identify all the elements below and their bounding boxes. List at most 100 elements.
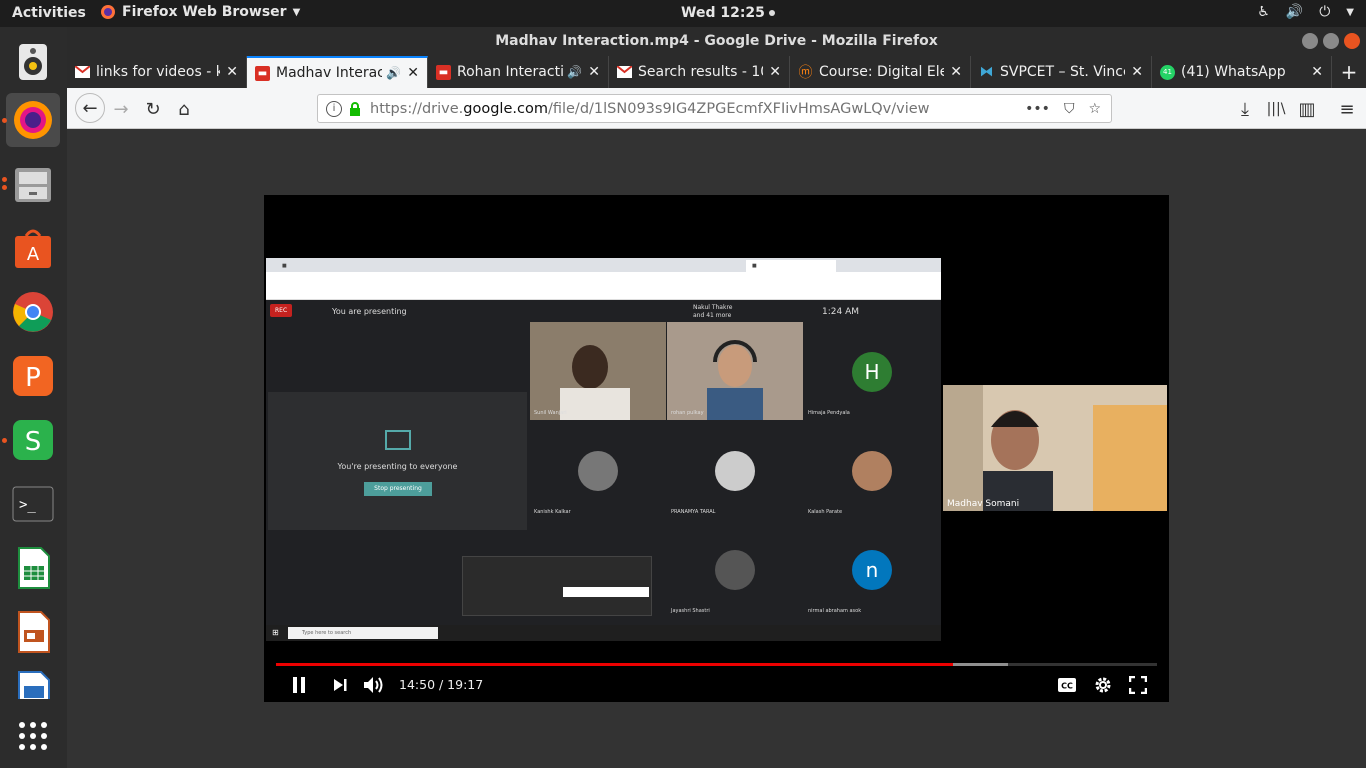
participant-tile: Jayashri Shastri [667, 520, 803, 618]
whatsapp-icon: 41 [1160, 64, 1175, 80]
dock-software[interactable]: A [6, 221, 60, 275]
participant-tile: Kanishk Kalkar [530, 421, 666, 519]
accessibility-icon[interactable]: ♿ [1257, 4, 1270, 20]
dock-terminal[interactable]: >_ [6, 477, 60, 531]
recorded-tab: ■ [282, 263, 287, 269]
url-text[interactable]: https://drive.google.com/file/d/1lSN093s… [370, 101, 1025, 117]
participant-avatar: n [852, 550, 892, 590]
library-button[interactable]: |||\ [1263, 96, 1289, 122]
reload-icon: ↻ [145, 98, 161, 120]
dock-wps-spreadsheet[interactable]: S [6, 413, 60, 467]
power-icon[interactable]: ⏻ [1319, 4, 1330, 20]
system-tray[interactable]: ♿ 🔊 ⏻ ▼ [1257, 4, 1354, 20]
gmail-icon [617, 65, 632, 80]
top-bar: Activities Firefox Web Browser ▼ Wed 12:… [0, 0, 1366, 27]
arrow-right-icon: → [113, 98, 129, 120]
presenting-panel: You're presenting to everyone Stop prese… [268, 392, 527, 530]
tab-label: SVPCET – St. Vince [1000, 64, 1126, 80]
dock-rhythmbox[interactable] [6, 35, 60, 89]
close-icon[interactable]: ✕ [1311, 64, 1323, 80]
dock-chrome[interactable] [6, 285, 60, 339]
audio-playing-icon[interactable]: 🔊 [567, 65, 582, 79]
captions-button[interactable]: CC [1055, 673, 1079, 697]
dock-files[interactable] [6, 157, 60, 211]
dock-libreoffice-calc[interactable] [6, 541, 60, 595]
tab-svpcet[interactable]: ⧓ SVPCET – St. Vince ✕ [971, 56, 1152, 88]
forward-button[interactable]: → [108, 96, 134, 122]
app-menu[interactable]: Firefox Web Browser ▼ [100, 4, 300, 20]
close-window-button[interactable] [1344, 33, 1360, 49]
camera-feed [943, 385, 1167, 511]
new-tab-button[interactable]: + [1332, 56, 1366, 88]
pause-button[interactable] [287, 673, 311, 697]
skip-next-icon [334, 679, 347, 691]
dock-firefox[interactable] [6, 93, 60, 147]
chevron-down-icon[interactable]: ▼ [1346, 7, 1354, 18]
tab-whatsapp[interactable]: 41 (41) WhatsApp ✕ [1152, 56, 1332, 88]
window-titlebar[interactable]: Madhav Interaction.mp4 - Google Drive - … [67, 27, 1366, 56]
writer-icon [18, 671, 50, 699]
fullscreen-button[interactable] [1126, 673, 1150, 697]
settings-button[interactable] [1091, 673, 1115, 697]
pocket-icon[interactable]: ⛉ [1064, 101, 1075, 117]
show-applications-button[interactable] [6, 709, 60, 763]
participant-tile: PRANAMYA TARAL [667, 421, 803, 519]
close-icon[interactable]: ✕ [588, 64, 600, 80]
svg-text:S: S [25, 427, 42, 457]
terminal-icon: >_ [12, 486, 54, 522]
plus-icon: + [1340, 60, 1358, 84]
page-actions-icon[interactable]: ••• [1025, 101, 1050, 117]
library-icon: |||\ [1266, 101, 1286, 117]
participant-video [530, 322, 666, 420]
menu-button[interactable]: ≡ [1334, 96, 1360, 122]
close-icon[interactable]: ✕ [226, 64, 238, 80]
back-button[interactable]: ← [75, 93, 105, 123]
dock-libreoffice-impress[interactable] [6, 605, 60, 659]
meet-clock: 1:24 AM [822, 307, 859, 317]
participant-video [667, 322, 803, 420]
close-icon[interactable]: ✕ [769, 64, 781, 80]
recorded-address-bar [266, 272, 941, 287]
lock-icon[interactable] [348, 101, 362, 116]
info-icon[interactable]: i [326, 100, 342, 117]
bookmark-star-icon[interactable]: ☆ [1088, 101, 1101, 117]
window-controls [1302, 33, 1360, 49]
tab-search-results[interactable]: Search results - 10 ✕ [609, 56, 790, 88]
windows-taskbar: ⊞ Type here to search [266, 625, 941, 641]
tab-madhav-interaction[interactable]: ▬ Madhav Interac 🔊 ✕ [247, 56, 428, 88]
tab-label: Rohan Interacti [457, 64, 564, 80]
sidebar-button[interactable]: ▥ [1294, 96, 1320, 122]
home-icon: ⌂ [178, 98, 190, 120]
participant-photo [715, 550, 755, 590]
participant-photo [852, 451, 892, 491]
tab-rohan-interaction[interactable]: ▬ Rohan Interacti 🔊 ✕ [428, 56, 609, 88]
volume-icon[interactable]: 🔊 [1286, 4, 1303, 20]
recorded-bookmarks-bar [266, 287, 941, 300]
downloads-button[interactable]: ⤓ [1232, 96, 1258, 122]
dock-wps-presentation[interactable]: P [6, 349, 60, 403]
activities-button[interactable]: Activities [12, 5, 86, 21]
close-icon[interactable]: ✕ [1131, 64, 1143, 80]
home-button[interactable]: ⌂ [171, 96, 197, 122]
maximize-button[interactable] [1323, 33, 1339, 49]
tab-links-for-videos[interactable]: links for videos - k ✕ [67, 56, 247, 88]
clock[interactable]: Wed 12:25 [681, 5, 775, 21]
host-more: and 41 more [693, 312, 732, 319]
running-indicator [2, 118, 7, 123]
audio-playing-icon[interactable]: 🔊 [386, 66, 401, 80]
navigation-toolbar: ← → ↻ ⌂ i https://drive.google.com/file/… [67, 88, 1366, 129]
dock-libreoffice-writer[interactable] [6, 669, 60, 699]
participant-name: Himaja Pendyala [808, 410, 850, 416]
participant-tile: H Himaja Pendyala [804, 322, 940, 420]
sidebar-icon: ▥ [1298, 98, 1316, 120]
video-progress-bar[interactable] [276, 663, 1157, 666]
close-icon[interactable]: ✕ [407, 65, 419, 81]
reload-button[interactable]: ↻ [140, 96, 166, 122]
url-bar[interactable]: i https://drive.google.com/file/d/1lSN09… [317, 94, 1112, 123]
minimize-button[interactable] [1302, 33, 1318, 49]
video-player[interactable]: ■ ■ REC You are presenting Nakul Thakre a… [264, 195, 1169, 702]
next-button[interactable] [328, 673, 352, 697]
tab-course-digital[interactable]: ⓜ Course: Digital Ele ✕ [790, 56, 971, 88]
close-icon[interactable]: ✕ [950, 64, 962, 80]
volume-button[interactable] [362, 673, 386, 697]
